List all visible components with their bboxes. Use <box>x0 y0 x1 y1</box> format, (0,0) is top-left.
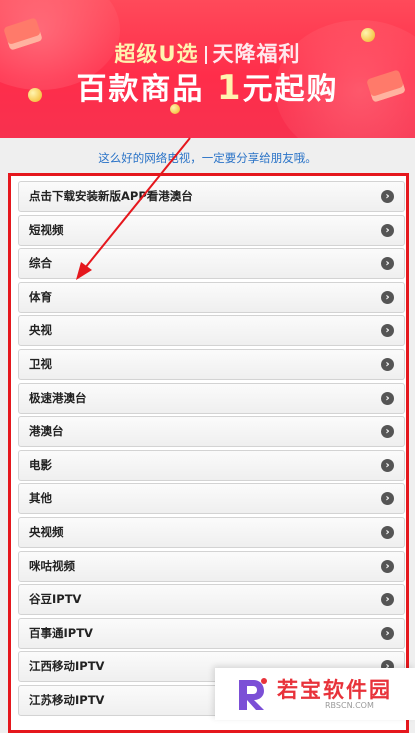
channel-item-label: 体育 <box>29 289 52 304</box>
channel-item[interactable]: 极速港澳台 <box>18 382 405 414</box>
banner-divider <box>204 46 207 64</box>
watermark-logo-icon <box>239 678 267 710</box>
channel-item-label: 其他 <box>29 491 52 506</box>
chevron-right-icon <box>381 593 394 607</box>
channel-item[interactable]: 短视频 <box>18 214 405 246</box>
channel-item-label: 央视频 <box>29 525 64 539</box>
chevron-right-icon <box>381 458 394 472</box>
channel-item-label: 综合 <box>29 256 52 271</box>
channel-item-label: 极速港澳台 <box>29 390 87 405</box>
chevron-right-icon <box>381 257 394 271</box>
watermark-text: 若宝软件园 <box>277 678 392 702</box>
channel-item[interactable]: 体育 <box>18 281 405 313</box>
chevron-right-icon <box>381 425 394 439</box>
channel-item-label: 咪咕视频 <box>29 558 75 573</box>
chevron-right-icon <box>381 626 394 640</box>
channel-item[interactable]: 百事通IPTV <box>18 617 405 649</box>
chevron-right-icon <box>381 324 394 338</box>
channel-item[interactable]: 电影 <box>18 449 405 481</box>
channel-item[interactable]: 港澳台 <box>18 416 405 448</box>
chevron-right-icon <box>381 492 394 506</box>
chevron-right-icon <box>381 358 394 371</box>
channel-item-label: 卫视 <box>29 357 52 371</box>
channel-item-label: 电影 <box>29 457 52 472</box>
banner-offer-text: 百款商品 <box>76 72 205 107</box>
banner-slogan: 天降福利 <box>212 42 301 66</box>
channel-item[interactable]: 央视 <box>18 315 405 347</box>
channel-item-label: 港澳台 <box>29 424 64 439</box>
share-caption[interactable]: 这么好的网络电视，一定要分享给朋友哦。 <box>0 150 415 166</box>
chevron-right-icon <box>381 290 394 304</box>
chevron-right-icon <box>381 391 394 405</box>
channel-item-label: 点击下载安装新版APP看港澳台 <box>29 189 193 203</box>
channel-list: 点击下载安装新版APP看港澳台短视频综合体育央视卫视极速港澳台港澳台电影其他央视… <box>8 173 409 733</box>
chevron-right-icon <box>381 223 394 237</box>
chevron-right-icon <box>381 559 394 573</box>
channel-item-label: 短视频 <box>29 222 64 237</box>
chevron-right-icon <box>381 526 394 539</box>
channel-item-label: 江西移动IPTV <box>29 659 105 674</box>
channel-item[interactable]: 其他 <box>18 483 405 515</box>
banner-offer-suffix: 元起购 <box>242 72 339 107</box>
banner-offer: 百款商品 1元起购 <box>0 64 415 108</box>
channel-item[interactable]: 卫视 <box>18 349 405 380</box>
watermark: 若宝软件园 RBSCN.COM <box>215 668 415 720</box>
banner-brand: 超级U选 <box>114 42 199 66</box>
chevron-right-icon <box>381 190 394 203</box>
promo-banner[interactable]: 超级U选 天降福利 百款商品 1元起购 <box>0 0 415 138</box>
channel-item-label: 谷豆IPTV <box>29 592 82 607</box>
channel-item[interactable]: 咪咕视频 <box>18 550 405 582</box>
banner-offer-price: 1 <box>216 68 243 108</box>
channel-item[interactable]: 谷豆IPTV <box>18 584 405 616</box>
channel-item[interactable]: 综合 <box>18 248 405 280</box>
watermark-subtext: RBSCN.COM <box>325 701 374 710</box>
channel-item[interactable]: 点击下载安装新版APP看港澳台 <box>18 181 405 212</box>
channel-item-label: 江苏移动IPTV <box>29 693 105 707</box>
channel-item-label: 百事通IPTV <box>29 625 93 640</box>
channel-item-label: 央视 <box>29 323 52 338</box>
channel-item[interactable]: 央视频 <box>18 517 405 548</box>
